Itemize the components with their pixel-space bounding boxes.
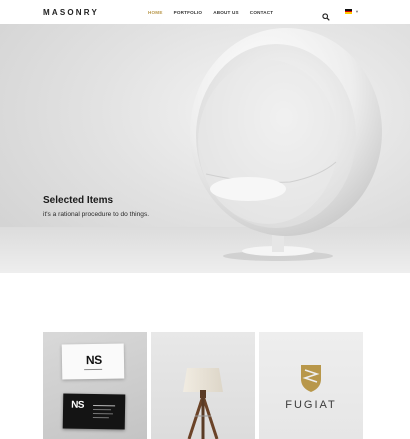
nav-home[interactable]: HOME <box>148 10 163 15</box>
shield-logo-icon <box>301 365 321 392</box>
site-header: MASONRY HOME PORTFOLIO ABOUT US CONTACT … <box>0 0 410 24</box>
nav-about-us[interactable]: ABOUT US <box>213 10 239 15</box>
language-selector[interactable]: ▼ <box>345 8 359 15</box>
hero-title: Selected Items <box>43 195 114 206</box>
nav-contact[interactable]: CONTACT <box>250 10 274 15</box>
hero-subtitle: it's a rational procedure to do things. <box>43 211 150 218</box>
search-icon[interactable] <box>322 8 330 21</box>
main-nav: HOME PORTFOLIO ABOUT US CONTACT <box>148 10 284 15</box>
card-logo-text-dark: NS <box>71 399 85 411</box>
portfolio-gallery: NS NS FUGIAT <box>43 332 365 439</box>
nav-portfolio[interactable]: PORTFOLIO <box>174 10 203 15</box>
card-logo-text: NS <box>85 352 102 368</box>
german-flag-icon <box>345 9 352 15</box>
fugiat-brand-text: FUGIAT <box>285 399 337 411</box>
business-card-black: NS <box>62 393 126 430</box>
gallery-item-fugiat[interactable]: FUGIAT <box>259 332 363 439</box>
gallery-item-lamp[interactable] <box>151 332 255 439</box>
chevron-down-icon: ▼ <box>355 8 359 14</box>
ball-chair-image <box>190 28 382 261</box>
hero-section: Selected Items it's a rational procedure… <box>0 24 410 273</box>
business-card-white: NS <box>61 343 125 380</box>
tripod-lamp-icon <box>183 368 223 439</box>
gallery-item-business-cards[interactable]: NS NS <box>43 332 147 439</box>
site-logo[interactable]: MASONRY <box>43 8 99 17</box>
